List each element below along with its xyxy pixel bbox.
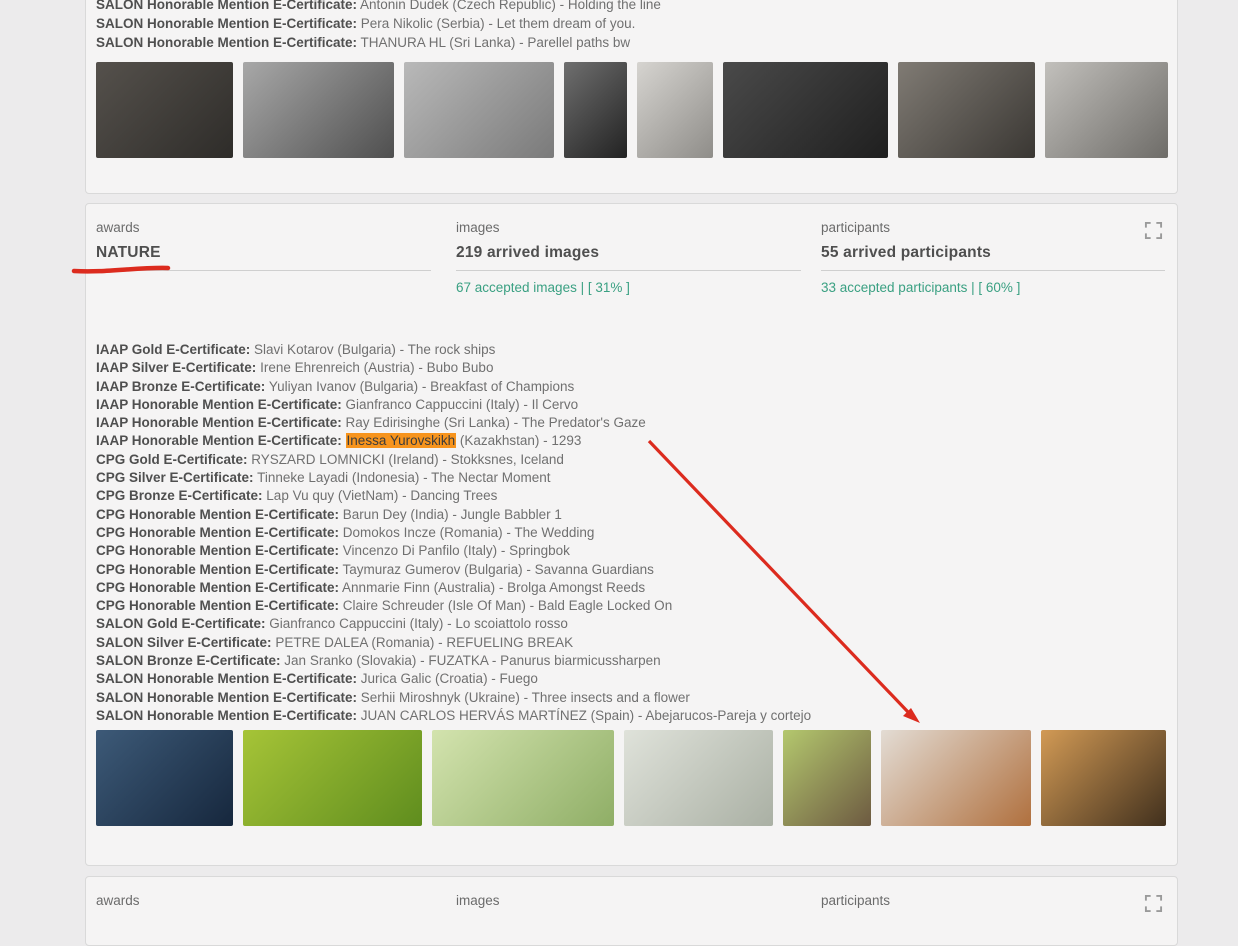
accepted-participants-count: 33 accepted participants | [ 60% ] <box>821 280 1020 295</box>
thumbnail-mono-mud-run-crowd[interactable] <box>1045 62 1168 158</box>
award-entry: IAAP Honorable Mention E-Certificate: Ra… <box>96 414 811 432</box>
previous-category-section: SALON Honorable Mention E-Certificate: A… <box>85 0 1178 194</box>
award-entry: CPG Gold E-Certificate: RYSZARD LOMNICKI… <box>96 451 811 469</box>
award-entry: CPG Honorable Mention E-Certificate: Vin… <box>96 542 811 560</box>
nature-awards-list: IAAP Gold E-Certificate: Slavi Kotarov (… <box>96 341 811 725</box>
previous-thumbnails-row <box>96 62 1168 158</box>
thumbnail-red-squirrel-on-trunk[interactable] <box>881 730 1031 826</box>
accepted-images-count: 67 accepted images | [ 31% ] <box>456 280 630 295</box>
thumbnail-ground-squirrels-kissing[interactable] <box>432 730 614 826</box>
award-entry: CPG Honorable Mention E-Certificate: Cla… <box>96 597 811 615</box>
thumbnail-mono-arch-window-figure[interactable] <box>637 62 713 158</box>
thumbnail-sunset-mountain-landscape[interactable] <box>1041 730 1166 826</box>
award-entry: CPG Honorable Mention E-Certificate: Ann… <box>96 579 811 597</box>
divider <box>821 270 1165 271</box>
images-label: images <box>456 893 500 908</box>
previous-awards-list: SALON Honorable Mention E-Certificate: A… <box>96 0 661 52</box>
award-entry: SALON Bronze E-Certificate: Jan Sranko (… <box>96 652 811 670</box>
nature-category-panel: awards NATURE images 219 arrived images … <box>85 203 1178 866</box>
award-entry: IAAP Gold E-Certificate: Slavi Kotarov (… <box>96 341 811 359</box>
thumbnail-mono-prayer-room-scene[interactable] <box>96 62 233 158</box>
highlighted-author: Inessa Yurovskikh <box>346 433 457 448</box>
divider <box>456 270 801 271</box>
awards-label: awards <box>96 893 140 908</box>
award-entry: CPG Honorable Mention E-Certificate: Bar… <box>96 506 811 524</box>
award-entry: SALON Honorable Mention E-Certificate: A… <box>96 0 661 14</box>
award-entry: CPG Silver E-Certificate: Tinneke Layadi… <box>96 469 811 487</box>
award-entry: SALON Silver E-Certificate: PETRE DALEA … <box>96 634 811 652</box>
thumbnail-mono-old-man-with-clock[interactable] <box>898 62 1035 158</box>
awards-label: awards <box>96 220 140 235</box>
thumbnail-mono-woman-portrait[interactable] <box>564 62 627 158</box>
thumbnail-owl-in-flight-over-grass[interactable] <box>243 730 422 826</box>
thumbnail-foggy-forest-deer[interactable] <box>624 730 773 826</box>
award-entry: IAAP Honorable Mention E-Certificate: Gi… <box>96 396 811 414</box>
next-category-panel: awards images participants <box>85 876 1178 946</box>
images-label: images <box>456 220 500 235</box>
award-entry: CPG Honorable Mention E-Certificate: Dom… <box>96 524 811 542</box>
fullscreen-expand-icon[interactable] <box>1144 893 1164 913</box>
award-entry: SALON Gold E-Certificate: Gianfranco Cap… <box>96 615 811 633</box>
thumbnail-crested-eagle-portrait[interactable] <box>783 730 871 826</box>
award-entry: SALON Honorable Mention E-Certificate: T… <box>96 33 661 52</box>
thumbnail-mono-train-crowd[interactable] <box>243 62 394 158</box>
divider <box>96 270 431 271</box>
award-entry: CPG Honorable Mention E-Certificate: Tay… <box>96 561 811 579</box>
award-entry: SALON Honorable Mention E-Certificate: S… <box>96 689 811 707</box>
award-entry: SALON Honorable Mention E-Certificate: P… <box>96 14 661 33</box>
nature-thumbnails-row <box>96 730 1166 826</box>
participants-label: participants <box>821 220 890 235</box>
category-title: NATURE <box>96 244 161 262</box>
thumbnail-mono-girl-portrait[interactable] <box>404 62 554 158</box>
arrived-images-count: 219 arrived images <box>456 244 599 262</box>
award-entry: IAAP Honorable Mention E-Certificate: In… <box>96 432 811 450</box>
thumbnail-mono-stage-dancers[interactable] <box>723 62 888 158</box>
award-entry: SALON Honorable Mention E-Certificate: J… <box>96 707 811 725</box>
competition-results-page: { "colors": { "page_bg": "#ecebec", "pan… <box>0 0 1238 913</box>
fullscreen-expand-icon[interactable] <box>1144 220 1164 240</box>
arrived-participants-count: 55 arrived participants <box>821 244 991 262</box>
fullscreen-expand-icon <box>1144 221 1163 240</box>
fullscreen-expand-icon <box>1144 894 1163 913</box>
award-entry: CPG Bronze E-Certificate: Lap Vu quy (Vi… <box>96 487 811 505</box>
thumbnail-blue-seascape-rocks[interactable] <box>96 730 233 826</box>
award-entry: SALON Honorable Mention E-Certificate: J… <box>96 670 811 688</box>
award-entry: IAAP Silver E-Certificate: Irene Ehrenre… <box>96 359 811 377</box>
award-entry: IAAP Bronze E-Certificate: Yuliyan Ivano… <box>96 378 811 396</box>
participants-label: participants <box>821 893 890 908</box>
